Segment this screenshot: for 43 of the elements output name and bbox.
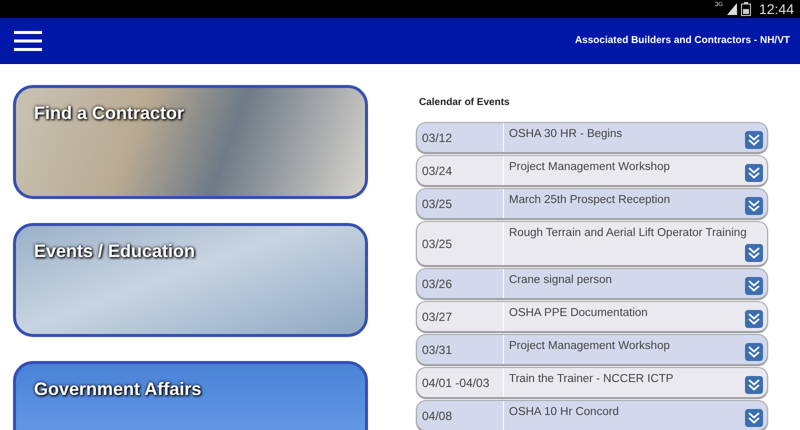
- event-title: Project Management Workshop: [509, 161, 670, 173]
- event-title: Project Management Workshop: [509, 340, 670, 352]
- menu-icon[interactable]: [14, 30, 42, 50]
- event-title: March 25th Prospect Reception: [509, 194, 670, 206]
- event-title: OSHA 10 Hr Concord: [509, 406, 619, 418]
- expand-icon[interactable]: [745, 131, 763, 149]
- event-date: 04/01 -04/03: [417, 368, 504, 397]
- event-row[interactable]: 03/12 OSHA 30 HR - Begins: [416, 122, 768, 153]
- event-title: OSHA 30 HR - Begins: [509, 128, 622, 140]
- expand-icon[interactable]: [745, 376, 763, 394]
- event-date: 04/08: [417, 401, 504, 430]
- event-row[interactable]: 03/25 March 25th Prospect Reception: [416, 188, 768, 219]
- event-title: Train the Trainer - NCCER ICTP: [509, 373, 674, 385]
- expand-icon[interactable]: [745, 409, 763, 427]
- event-row[interactable]: 03/25 Rough Terrain and Aerial Lift Operator Training: [416, 221, 768, 266]
- event-row[interactable]: 04/08 OSHA 10 Hr Concord: [416, 400, 768, 430]
- event-date: 03/31: [417, 335, 504, 364]
- event-date: 03/27: [417, 302, 504, 331]
- event-date: 03/24: [417, 156, 504, 185]
- expand-icon[interactable]: [745, 244, 763, 262]
- calendar-title: Calendar of Events: [419, 97, 511, 108]
- event-row[interactable]: 03/24 Project Management Workshop: [416, 155, 768, 186]
- expand-icon[interactable]: [745, 310, 763, 328]
- event-title: OSHA PPE Documentation: [509, 307, 648, 319]
- app-title: Associated Builders and Contractors - NH/VT: [574, 35, 790, 46]
- event-date: 03/12: [417, 123, 504, 152]
- event-row[interactable]: 03/31 Project Management Workshop: [416, 334, 768, 365]
- expand-icon[interactable]: [745, 164, 763, 182]
- expand-icon[interactable]: [745, 197, 763, 215]
- event-row[interactable]: 04/01 -04/03 Train the Trainer - NCCER ICTP: [416, 367, 768, 398]
- expand-icon[interactable]: [745, 277, 763, 295]
- event-row[interactable]: 03/27 OSHA PPE Documentation: [416, 301, 768, 332]
- event-date: 03/26: [417, 269, 504, 298]
- event-row[interactable]: 03/26 Crane signal person: [416, 268, 768, 299]
- expand-icon[interactable]: [745, 343, 763, 361]
- event-title: Rough Terrain and Aerial Lift Operator Training: [509, 227, 747, 239]
- event-title: Crane signal person: [509, 274, 612, 286]
- event-date: 03/25: [417, 222, 504, 265]
- battery-icon: [740, 2, 751, 16]
- signal-icon: [726, 3, 737, 15]
- tile-button[interactable]: Government Affairs: [13, 361, 368, 430]
- event-date: 03/25: [417, 189, 504, 218]
- clock-time: 12:44: [758, 1, 794, 17]
